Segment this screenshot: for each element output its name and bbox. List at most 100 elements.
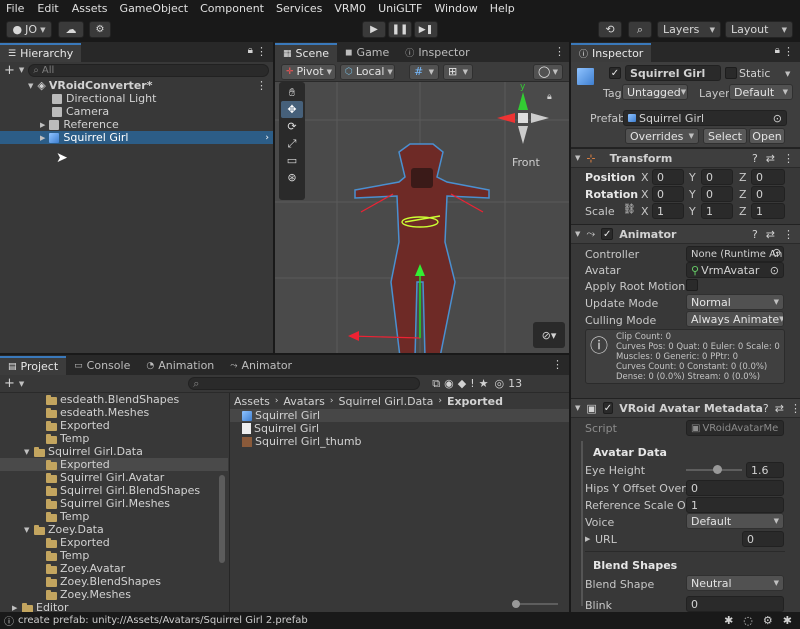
- pause-button[interactable]: ❚❚: [388, 21, 412, 38]
- rotate-tool-button[interactable]: ⟳: [281, 118, 303, 135]
- object-name-input[interactable]: Squirrel Girl: [625, 65, 721, 81]
- local-dropdown[interactable]: ⬡ Local ▼: [340, 63, 395, 80]
- collab-button[interactable]: ⚙: [89, 21, 111, 38]
- project-tree-item-selected[interactable]: Exported: [0, 458, 228, 471]
- menu-gameobject[interactable]: GameObject: [120, 2, 189, 15]
- menu-assets[interactable]: Assets: [72, 2, 108, 15]
- project-tree-item[interactable]: Temp: [0, 432, 228, 445]
- link-icon[interactable]: ⛓: [623, 204, 636, 215]
- prefab-field[interactable]: Squirrel Girl ⊙: [623, 110, 787, 126]
- target-icon[interactable]: ⊙: [773, 112, 782, 125]
- update-mode-dropdown[interactable]: Normal ▼: [686, 294, 784, 310]
- tab-inspector[interactable]: ⓘ Inspector: [571, 43, 652, 62]
- apply-root-motion-checkbox[interactable]: [686, 279, 698, 291]
- more-icon[interactable]: ⋮: [554, 45, 565, 58]
- status-message[interactable]: create prefab: unity://Assets/Avatars/Sq…: [18, 615, 308, 626]
- menu-vrm0[interactable]: VRM0: [334, 2, 366, 15]
- tab-console[interactable]: ▭ Console: [66, 356, 138, 375]
- target-icon[interactable]: ⊙: [772, 246, 781, 259]
- static-checkbox[interactable]: [725, 67, 737, 79]
- bug-icon[interactable]: ✱: [724, 614, 733, 627]
- help-icon[interactable]: ?: [763, 402, 769, 415]
- search-button[interactable]: ⌕: [628, 21, 652, 38]
- scale-tool-button[interactable]: ⤢: [281, 135, 303, 152]
- breadcrumb-item[interactable]: Squirrel Girl.Data: [338, 395, 433, 408]
- project-tree-item[interactable]: Exported: [0, 419, 228, 432]
- tab-hierarchy[interactable]: ☰ Hierarchy: [0, 43, 82, 62]
- scale-z-field[interactable]: 1: [751, 203, 785, 219]
- project-tree-item[interactable]: Squirrel Girl.Meshes: [0, 497, 228, 510]
- more-icon[interactable]: ⋮: [783, 228, 794, 241]
- play-button[interactable]: ▶: [362, 21, 386, 38]
- tag-dropdown[interactable]: Untagged ▼: [622, 84, 688, 100]
- camera-overlay-button[interactable]: ⊘▾: [533, 322, 565, 348]
- hierarchy-item[interactable]: ▶ Reference: [0, 118, 273, 131]
- position-y-field[interactable]: 0: [701, 169, 733, 185]
- project-tree-item[interactable]: ▼ Squirrel Girl.Data: [0, 445, 228, 458]
- project-tree-item[interactable]: esdeath.BlendShapes: [0, 393, 228, 406]
- project-tree-item[interactable]: Temp: [0, 510, 228, 523]
- lock-icon[interactable]: 🔒︎: [775, 45, 780, 56]
- hierarchy-item-selected[interactable]: ▶ Squirrel Girl ›: [0, 131, 273, 144]
- position-x-field[interactable]: 0: [652, 169, 684, 185]
- progress-icon[interactable]: ◌: [743, 614, 753, 627]
- open-button[interactable]: Open: [749, 128, 785, 144]
- filter-label-icon[interactable]: ◉: [444, 377, 454, 390]
- chevron-right-icon[interactable]: ▶: [585, 535, 590, 543]
- target-icon[interactable]: ⊙: [770, 264, 779, 277]
- chevron-right-icon[interactable]: ›: [265, 133, 269, 143]
- file-item[interactable]: Squirrel Girl: [230, 409, 569, 422]
- tab-game[interactable]: ◼ Game: [337, 43, 397, 62]
- preset-icon[interactable]: ⇄: [766, 152, 775, 165]
- tab-animation[interactable]: ◔ Animation: [138, 356, 222, 375]
- project-tree-item[interactable]: ▶ Editor: [0, 601, 228, 612]
- hierarchy-item[interactable]: Directional Light: [0, 92, 273, 105]
- star-icon[interactable]: ★: [479, 377, 489, 390]
- rotation-x-field[interactable]: 0: [652, 186, 684, 202]
- breadcrumb-item[interactable]: Assets: [234, 395, 270, 408]
- rect-tool-button[interactable]: ▭: [281, 152, 303, 169]
- more-icon[interactable]: ⋮: [256, 79, 267, 92]
- add-icon[interactable]: +: [4, 63, 15, 78]
- url-field[interactable]: 0: [742, 531, 784, 547]
- scale-x-field[interactable]: 1: [652, 203, 684, 219]
- eye-height-slider[interactable]: [686, 465, 742, 474]
- transform-header[interactable]: ▼ ⊹ Transform ? ⇄ ⋮: [571, 148, 800, 168]
- lock-icon[interactable]: 🔒︎: [547, 92, 552, 102]
- hierarchy-search-input[interactable]: ⌕ All: [28, 63, 269, 77]
- controller-field[interactable]: None (Runtime An: [686, 246, 784, 262]
- project-tree-item[interactable]: Zoey.Avatar: [0, 562, 228, 575]
- menu-help[interactable]: Help: [490, 2, 515, 15]
- project-tree-item[interactable]: Exported: [0, 536, 228, 549]
- menu-component[interactable]: Component: [200, 2, 264, 15]
- project-tree-item[interactable]: Squirrel Girl.BlendShapes: [0, 484, 228, 497]
- vroid-enabled-checkbox[interactable]: ✓: [602, 402, 614, 414]
- reference-scale-field[interactable]: 1: [686, 497, 784, 513]
- slider-thumb[interactable]: [712, 465, 722, 474]
- preset-icon[interactable]: ⇄: [775, 402, 784, 415]
- blend-shape-dropdown[interactable]: Neutral ▼: [686, 575, 784, 591]
- chevron-down-icon[interactable]: ▼: [24, 448, 34, 456]
- tag-icon[interactable]: ◆: [458, 377, 466, 390]
- lock-icon[interactable]: 🔒︎: [248, 45, 253, 56]
- preset-icon[interactable]: ⇄: [766, 228, 775, 241]
- more-icon[interactable]: ⋮: [552, 358, 563, 371]
- filter-type-icon[interactable]: ⧉: [432, 377, 440, 391]
- snap-dropdown[interactable]: ⊞ ▼: [443, 63, 473, 80]
- position-z-field[interactable]: 0: [751, 169, 785, 185]
- project-search-input[interactable]: ⌕: [188, 377, 421, 390]
- chevron-right-icon[interactable]: ▶: [40, 121, 45, 129]
- front-label[interactable]: Front: [512, 156, 540, 169]
- voice-dropdown[interactable]: Default ▼: [686, 513, 784, 529]
- more-icon[interactable]: ⋮: [783, 152, 794, 165]
- chevron-down-icon[interactable]: ▼: [19, 66, 24, 74]
- vroid-header[interactable]: ▼ ▣ ✓ VRoid Avatar Metadata ? ⇄ ⋮: [571, 398, 800, 418]
- layers-dropdown[interactable]: Layers ▼: [657, 21, 721, 38]
- hierarchy-item[interactable]: Camera: [0, 105, 273, 118]
- hips-offset-field[interactable]: 0: [686, 480, 784, 496]
- chevron-down-icon[interactable]: ▼: [785, 70, 790, 78]
- collab-icon[interactable]: ✱: [783, 614, 792, 627]
- culling-mode-dropdown[interactable]: Always Animate▼: [686, 311, 784, 327]
- scene-root[interactable]: ▼ ◈ VRoidConverter* ⋮: [0, 79, 273, 92]
- project-tree-item[interactable]: esdeath.Meshes: [0, 406, 228, 419]
